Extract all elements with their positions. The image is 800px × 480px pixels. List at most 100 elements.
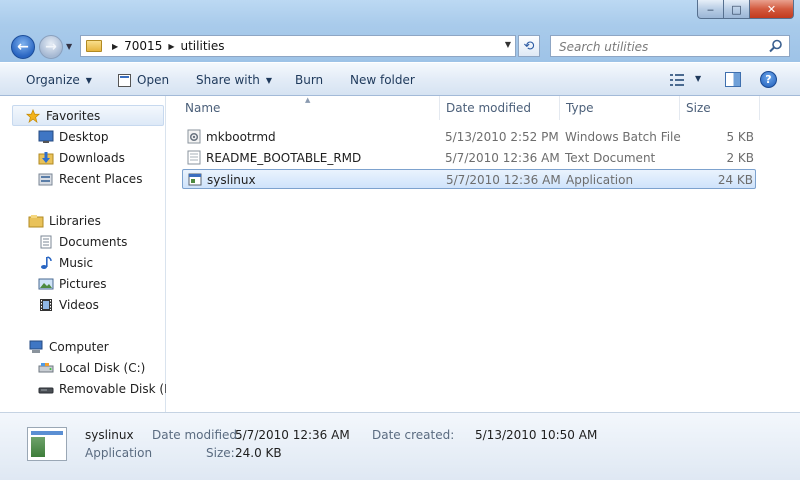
application-icon xyxy=(188,173,202,186)
nav-computer[interactable]: Computer xyxy=(28,336,109,357)
new-folder-button[interactable]: New folder xyxy=(350,73,415,87)
column-size-label: Size xyxy=(686,101,711,115)
navigation-pane: Favorites Desktop Downloads Recent Place… xyxy=(0,96,180,412)
nav-favorites-label: Favorites xyxy=(46,108,101,123)
column-header-type[interactable]: Type xyxy=(560,96,680,120)
nav-pictures[interactable]: Pictures xyxy=(38,273,107,294)
nav-libraries-label: Libraries xyxy=(49,213,101,228)
column-date-label: Date modified xyxy=(446,101,532,115)
nav-videos[interactable]: Videos xyxy=(38,294,99,315)
nav-downloads-label: Downloads xyxy=(59,150,125,165)
sort-ascending-icon: ▲ xyxy=(305,96,311,104)
file-name: syslinux xyxy=(207,173,256,187)
videos-icon xyxy=(40,298,52,311)
details-pane: syslinux Application Date modified: 5/7/… xyxy=(0,412,800,480)
refresh-button[interactable]: ⟲ xyxy=(518,35,540,57)
file-list: Name ▲ Date modified Type Size mkbootrmd… xyxy=(166,96,800,412)
organize-button[interactable]: Organize ▼ xyxy=(26,73,92,87)
chevron-down-icon: ▼ xyxy=(265,75,273,85)
file-name: mkbootrmd xyxy=(206,130,276,144)
file-name: README_BOOTABLE_RMD xyxy=(206,151,362,165)
file-date-modified: 5/7/2010 12:36 AM xyxy=(445,151,560,165)
minimize-button[interactable]: ‒ xyxy=(697,0,724,19)
share-with-button[interactable]: Share with ▼ xyxy=(196,73,272,87)
nav-recent-places-label: Recent Places xyxy=(59,171,143,186)
file-type: Text Document xyxy=(565,151,656,165)
file-type: Windows Batch File xyxy=(565,130,681,144)
address-bar[interactable]: ▶ 70015 ▶ utilities ▼ xyxy=(80,35,516,57)
chevron-right-icon[interactable]: ▶ xyxy=(168,42,174,51)
file-size: 5 KB xyxy=(726,130,754,144)
nav-downloads[interactable]: Downloads xyxy=(38,147,125,168)
chevron-right-icon[interactable]: ▶ xyxy=(112,42,118,51)
open-icon xyxy=(118,73,131,87)
search-input[interactable] xyxy=(557,37,766,57)
nav-local-disk-c-label: Local Disk (C:) xyxy=(59,360,146,375)
details-file-name: syslinux xyxy=(85,428,134,442)
desktop-icon xyxy=(38,130,54,143)
address-history-dropdown[interactable]: ▼ xyxy=(505,40,511,49)
details-date-created: 5/13/2010 10:50 AM xyxy=(475,428,598,442)
new-folder-label: New folder xyxy=(350,73,415,87)
nav-music-label: Music xyxy=(59,255,94,270)
table-row[interactable]: README_BOOTABLE_RMD 5/7/2010 12:36 AM Te… xyxy=(182,148,756,168)
preview-pane-icon[interactable] xyxy=(725,72,741,87)
window-chrome: ‒ □ ✕ ← → ▼ ▶ 70015 ▶ utilities ▼ ⟲ xyxy=(0,0,800,62)
views-dropdown-icon[interactable]: ▼ xyxy=(695,74,701,83)
open-button[interactable]: Open xyxy=(118,73,169,87)
recent-places-icon xyxy=(38,173,53,185)
hard-drive-icon xyxy=(38,362,54,372)
file-type: Application xyxy=(566,173,634,187)
details-date-created-label: Date created: xyxy=(372,428,455,442)
nav-removable-disk-e[interactable]: Removable Disk (E:) xyxy=(38,378,180,399)
close-button[interactable]: ✕ xyxy=(750,0,794,19)
arrow-left-icon: ← xyxy=(17,39,29,55)
nav-music[interactable]: Music xyxy=(38,252,93,273)
details-size: 24.0 KB xyxy=(235,446,282,460)
nav-removable-disk-e-label: Removable Disk (E:) xyxy=(59,381,181,396)
column-header-size[interactable]: Size xyxy=(680,96,760,120)
column-name-label: Name xyxy=(185,101,221,115)
caption-buttons: ‒ □ ✕ xyxy=(697,0,794,19)
documents-icon xyxy=(40,235,52,248)
table-row[interactable]: mkbootrmd 5/13/2010 2:52 PM Windows Batc… xyxy=(182,127,756,147)
nav-desktop[interactable]: Desktop xyxy=(38,126,109,147)
recent-pages-dropdown[interactable]: ▼ xyxy=(66,42,72,51)
breadcrumb-70015[interactable]: 70015 xyxy=(124,39,162,53)
chevron-down-icon: ▼ xyxy=(85,75,92,85)
nav-videos-label: Videos xyxy=(59,297,99,312)
table-row-selected[interactable]: syslinux 5/7/2010 12:36 AM Application 2… xyxy=(182,169,756,189)
star-icon xyxy=(25,108,41,123)
batch-file-icon xyxy=(187,129,201,144)
nav-documents[interactable]: Documents xyxy=(38,231,127,252)
burn-button[interactable]: Burn xyxy=(295,73,323,87)
refresh-icon: ⟲ xyxy=(523,38,535,54)
pictures-icon xyxy=(38,278,54,289)
file-date-modified: 5/13/2010 2:52 PM xyxy=(445,130,559,144)
breadcrumb-utilities[interactable]: utilities xyxy=(181,39,225,53)
nav-local-disk-c[interactable]: Local Disk (C:) xyxy=(38,357,145,378)
removable-disk-icon xyxy=(38,387,54,393)
help-icon[interactable]: ? xyxy=(760,71,777,88)
search-icon[interactable] xyxy=(769,39,783,53)
nav-recent-places[interactable]: Recent Places xyxy=(38,168,142,189)
forward-button[interactable]: → xyxy=(39,35,63,59)
column-header-date-modified[interactable]: Date modified xyxy=(440,96,560,120)
file-size: 2 KB xyxy=(726,151,754,165)
details-size-label: Size: xyxy=(206,446,235,460)
change-view-icon[interactable] xyxy=(670,74,684,86)
music-icon xyxy=(41,255,52,269)
explorer-window: ‒ □ ✕ ← → ▼ ▶ 70015 ▶ utilities ▼ ⟲ Sear… xyxy=(0,0,800,480)
nav-libraries[interactable]: Libraries xyxy=(28,210,101,231)
file-date-modified: 5/7/2010 12:36 AM xyxy=(446,173,561,187)
application-thumbnail-icon xyxy=(27,427,67,461)
computer-icon xyxy=(29,340,43,353)
back-button[interactable]: ← xyxy=(11,35,35,59)
maximize-button[interactable]: □ xyxy=(724,0,750,19)
organize-label: Organize xyxy=(26,73,80,87)
details-date-modified-label: Date modified: xyxy=(152,428,242,442)
nav-desktop-label: Desktop xyxy=(59,129,109,144)
downloads-folder-icon xyxy=(38,151,54,164)
search-box[interactable] xyxy=(550,35,790,57)
nav-favorites[interactable]: Favorites xyxy=(12,105,164,126)
